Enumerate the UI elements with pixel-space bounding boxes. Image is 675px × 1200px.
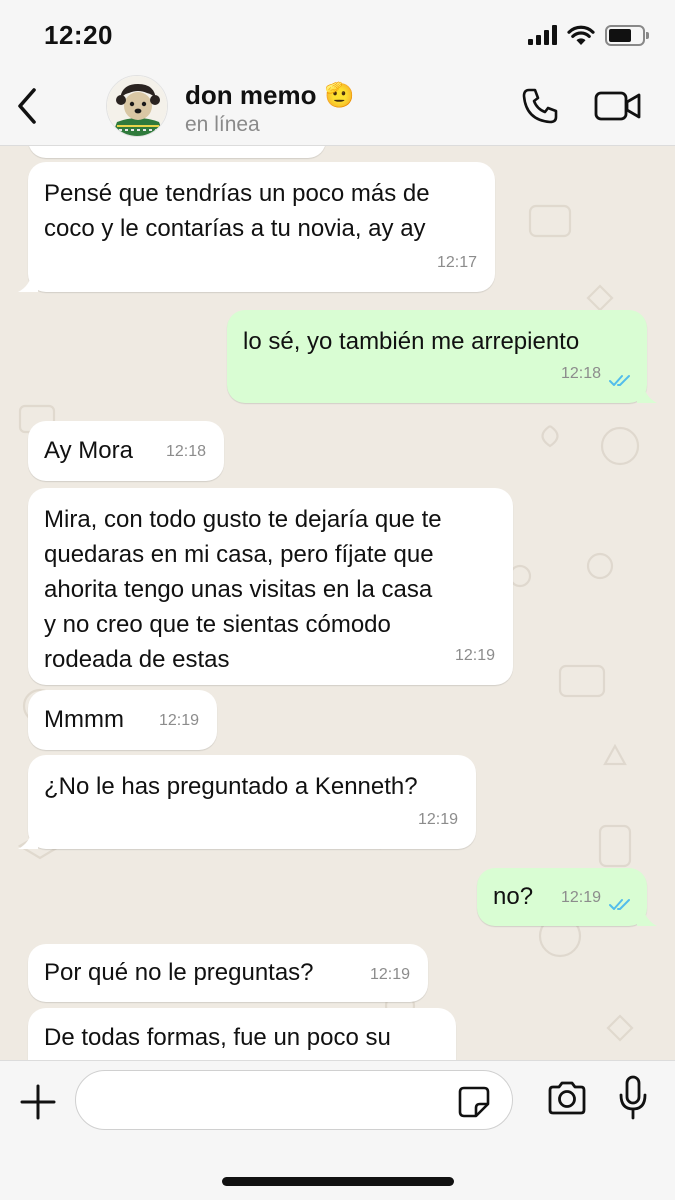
message-bubble-partial [28,146,326,158]
message-time: 12:19 [158,712,199,729]
sticker-button[interactable] [456,1084,492,1120]
message-time: 12:17 [436,254,477,271]
status-bar-icons [528,20,649,50]
message-time: 12:18 [560,365,601,382]
phone-call-button[interactable] [520,86,560,126]
wifi-icon [567,25,595,45]
microphone-button[interactable] [618,1075,648,1121]
video-call-button[interactable] [594,88,642,124]
bubble-tail [637,383,657,403]
contact-name-text: don memo [185,80,317,110]
message-time: 12:19 [560,889,601,906]
contact-name[interactable]: don memo 🫡 [185,80,354,111]
back-button[interactable] [12,86,44,126]
message-bubble-outgoing[interactable]: lo sé, yo también me arrepiento 12:18 [227,310,647,403]
home-indicator[interactable] [222,1177,454,1186]
message-time: 12:19 [454,647,495,664]
message-bubble-incoming[interactable]: Mmmm 12:19 [28,690,217,750]
chat-header: 12:20 don memo 🫡 en línea [0,0,675,146]
message-text: Mira, con todo gusto te dejaría que te q… [44,506,442,673]
read-receipt-icon [609,375,630,386]
message-text: ¿No le has preguntado a Kenneth? [44,773,418,800]
contact-status: en línea [185,113,260,136]
message-text: Mmmm [44,706,124,733]
message-text: no? [493,883,534,910]
saluting-face-emoji: 🫡 [324,82,355,109]
cellular-signal-icon [528,25,557,45]
bubble-tail [18,829,38,849]
attach-plus-button[interactable] [18,1082,58,1122]
camera-button[interactable] [546,1080,588,1116]
message-bubble-incoming[interactable]: De todas formas, fue un poco su [28,1008,456,1060]
message-time: 12:19 [417,811,458,828]
bubble-tail [18,272,38,292]
contact-avatar[interactable] [106,75,168,137]
dog-avatar-icon [107,76,167,136]
message-bubble-incoming[interactable]: Ay Mora 12:18 [28,421,224,481]
message-text: Pensé que tendrías un poco más de coco y… [44,180,430,242]
message-input[interactable] [75,1070,513,1130]
status-bar-time: 12:20 [44,20,113,50]
message-text: Por qué no le preguntas? [44,959,314,986]
message-time: 12:18 [165,443,206,460]
message-text: lo sé, yo también me arrepiento [243,328,580,355]
message-text: De todas formas, fue un poco su [44,1024,391,1051]
message-bubble-outgoing[interactable]: no? 12:19 [477,868,647,926]
battery-icon [605,24,649,46]
read-receipt-icon [609,899,630,910]
message-bubble-incoming[interactable]: Mira, con todo gusto te dejaría que te q… [28,488,513,685]
message-text: Ay Mora [44,437,133,464]
bubble-tail [637,906,657,926]
chat-message-list[interactable]: Pensé que tendrías un poco más de coco y… [0,146,675,1060]
message-time: 12:19 [369,966,410,983]
message-bubble-incoming[interactable]: Pensé que tendrías un poco más de coco y… [28,162,495,292]
message-bubble-incoming[interactable]: Por qué no le preguntas? 12:19 [28,944,428,1002]
message-bubble-incoming[interactable]: ¿No le has preguntado a Kenneth? 12:19 [28,755,476,849]
